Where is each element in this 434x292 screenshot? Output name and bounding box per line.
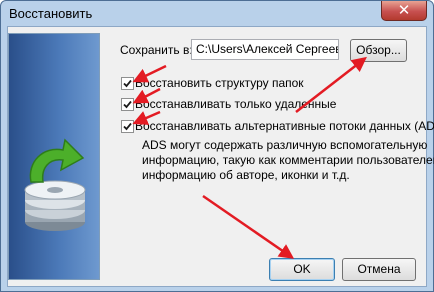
- window-title: Восстановить: [9, 6, 93, 21]
- browse-button[interactable]: Обзор...: [350, 39, 407, 62]
- ads-description: ADS могут содержать различную вспомогате…: [142, 138, 434, 183]
- checkmark-icon: [123, 122, 132, 131]
- sidebar-banner: [8, 33, 100, 280]
- checkmark-icon: [123, 100, 132, 109]
- ok-button[interactable]: OK: [269, 258, 335, 281]
- save-path-field[interactable]: C:\Users\Алексей Сергеевич\V: [191, 39, 339, 60]
- checkmark-icon: [123, 79, 132, 88]
- checkbox-restore-deleted-only[interactable]: [121, 98, 134, 111]
- cancel-button-label: Отмена: [357, 262, 401, 276]
- ok-button-label: OK: [293, 262, 311, 276]
- ads-description-line: информацию, такую как комментарии пользо…: [142, 153, 434, 167]
- option-label-deleted-only: Восстанавливать только удаленные: [135, 97, 337, 111]
- close-icon: ✕: [397, 1, 411, 19]
- ads-description-line: информацию об авторе, иконки и т.д.: [142, 168, 350, 182]
- title-bar: Восстановить ✕: [1, 1, 433, 25]
- option-label-ads: Восстанавливать альтернативные потоки да…: [135, 119, 434, 133]
- close-button[interactable]: ✕: [381, 1, 427, 21]
- checkbox-restore-folder-structure[interactable]: [121, 77, 134, 90]
- disk-restore-icon: [24, 138, 86, 231]
- save-to-label: Сохранить в:: [120, 43, 193, 57]
- option-label-folder-structure: Восстановить структуру папок: [135, 76, 304, 90]
- checkbox-restore-ads[interactable]: [121, 120, 134, 133]
- ads-description-line: ADS могут содержать различную вспомогате…: [142, 138, 428, 152]
- browse-button-label: Обзор...: [356, 43, 401, 57]
- cancel-button[interactable]: Отмена: [342, 258, 416, 281]
